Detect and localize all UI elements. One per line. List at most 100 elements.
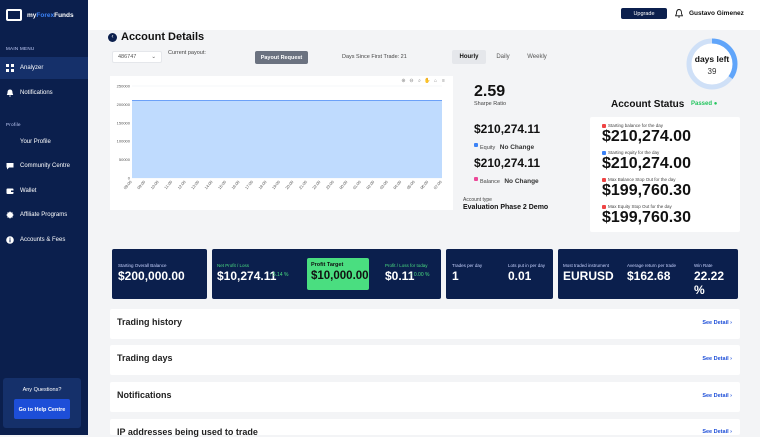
check-icon: ● <box>713 101 718 107</box>
sidebar-item-label: Accounts & Fees <box>20 237 66 243</box>
days-since-first-trade: Days Since First Trade: 21 <box>342 54 407 60</box>
tab-weekly[interactable]: Weekly <box>520 50 554 64</box>
x-tick-label: 02:00 <box>365 179 376 190</box>
tab-hourly[interactable]: Hourly <box>452 50 486 64</box>
page-title-row: ‹ Account Details <box>108 31 204 43</box>
x-tick-label: 11:00 <box>163 179 174 190</box>
x-tick-label: 05:00 <box>406 179 417 190</box>
x-tick-label: 13:00 <box>190 179 201 190</box>
y-tick-label: 200000 <box>117 102 131 107</box>
account-status-card: Starting balance for the day $210,274.00… <box>590 117 740 232</box>
chevron-right-icon: › <box>730 320 732 326</box>
magnify-icon[interactable]: ⌕ <box>416 78 423 84</box>
status-row-value: $210,274.00 <box>602 155 691 172</box>
x-tick-label: 20:00 <box>284 179 295 190</box>
equity-area <box>132 100 442 178</box>
section-title: Trading days <box>117 353 173 363</box>
logo-icon <box>6 9 22 21</box>
main-menu-heading: MAIN MENU <box>6 46 35 51</box>
sidebar-item-wallet[interactable]: Wallet <box>0 180 88 202</box>
account-select[interactable]: 486747 ⌄ <box>112 51 162 63</box>
account-status-title: Account Status <box>611 99 685 110</box>
user-name[interactable]: Gustavo Gimenez <box>689 10 744 17</box>
balance-change: No Change <box>504 178 539 185</box>
sharpe-label: Sharpe Ratio <box>474 101 507 107</box>
help-centre-button[interactable]: Go to Help Centre <box>14 399 70 419</box>
sidebar-item-label: Your Profile <box>20 139 51 145</box>
bell-icon[interactable] <box>675 9 683 18</box>
pan-icon[interactable]: ✋ <box>424 78 431 84</box>
y-tick-label: 250000 <box>117 84 131 89</box>
upgrade-button[interactable]: Upgrade <box>621 8 667 19</box>
see-detail-link[interactable]: See Detail › <box>702 393 732 399</box>
bell-icon <box>6 89 14 97</box>
arrow-up-icon: ↑ <box>269 272 272 278</box>
see-detail-link[interactable]: See Detail › <box>702 429 732 435</box>
section-title: Trading history <box>117 317 183 327</box>
section-ip-addresses: IP addresses being used to trade See Det… <box>110 419 740 437</box>
arrow-up-icon: ↑ <box>410 272 413 278</box>
home-icon[interactable]: ⌂ <box>432 78 439 84</box>
sidebar-item-accounts-fees[interactable]: Accounts & Fees <box>0 229 88 251</box>
sharpe-card: 2.59 Sharpe Ratio <box>463 76 560 118</box>
sidebar-item-notifications[interactable]: Notifications <box>0 82 88 104</box>
profile-heading: Profile <box>6 122 21 127</box>
section-trading-days: Trading days See Detail › <box>110 345 740 375</box>
x-tick-label: 10:00 <box>149 179 160 190</box>
equity-value: $210,274.11 <box>474 122 541 136</box>
kpi-profit-target: Profit Target $10,000.00 <box>307 258 369 290</box>
x-tick-label: 15:00 <box>217 179 228 190</box>
today-pct: ↑ 0.00 % <box>410 272 430 278</box>
sidebar-item-label: Notifications <box>20 90 53 96</box>
x-tick-label: 12:00 <box>176 179 187 190</box>
kpi-trades: Trades per day 1 Lots put in per day 0.0… <box>446 249 553 299</box>
page-title: Account Details <box>121 31 205 43</box>
see-detail-link[interactable]: See Detail › <box>702 356 732 362</box>
y-tick-label: 100000 <box>117 139 131 144</box>
x-tick-label: 19:00 <box>271 179 282 190</box>
account-type-value: Evaluation Phase 2 Demo <box>463 204 549 211</box>
x-tick-label: 16:00 <box>230 179 241 190</box>
sidebar-item-label: Affiliate Programs <box>20 212 68 218</box>
zoom-in-icon[interactable]: ⊕ <box>400 78 407 84</box>
kpi-instrument: Most traded instrument EURUSD Average re… <box>558 249 738 299</box>
payout-request-button[interactable]: Payout Request <box>255 51 308 64</box>
grid-icon <box>6 64 14 72</box>
y-tick-label: 50000 <box>119 157 131 162</box>
chart-toolbar: ⊕ ⊖ ⌕ ✋ ⌂ ≡ <box>400 78 447 84</box>
x-tick-label: 07:00 <box>432 179 443 190</box>
sharpe-value: 2.59 <box>474 83 506 100</box>
x-tick-label: 22:00 <box>311 179 322 190</box>
sidebar-item-your-profile[interactable]: Your Profile <box>0 131 88 153</box>
account-type-label: Account type <box>463 197 492 203</box>
brand-logo[interactable]: myForexFunds <box>6 9 74 21</box>
zoom-out-icon[interactable]: ⊖ <box>408 78 415 84</box>
status-row-value: $210,274.00 <box>602 128 691 145</box>
info-icon <box>6 236 14 244</box>
wallet-icon <box>6 188 14 194</box>
net-profit-pct: ↑ 5.14 % <box>269 272 289 278</box>
equity-chart-card: 250000 200000 150000 100000 50000 0 09:00 09:00… <box>110 76 453 210</box>
balance-card: $210,274.11 Balance No Change <box>463 154 560 186</box>
sidebar-item-label: Analyzer <box>20 65 44 71</box>
x-tick-label: 01:00 <box>352 179 363 190</box>
x-tick-label: 21:00 <box>298 179 309 190</box>
x-tick-label: 03:00 <box>379 179 390 190</box>
sidebar-item-affiliate-programs[interactable]: Affiliate Programs <box>0 204 88 226</box>
equity-label: Equity <box>480 145 496 151</box>
chevron-right-icon: › <box>730 393 732 399</box>
x-tick-label: 17:00 <box>244 179 255 190</box>
equity-chart: 25000020000015000010000050000009:00 09:00… <box>117 84 444 191</box>
user-icon <box>6 138 14 146</box>
sidebar-item-analyzer[interactable]: Analyzer <box>0 57 88 79</box>
tab-daily[interactable]: Daily <box>486 50 520 64</box>
help-question: Any Questions? <box>22 387 62 393</box>
x-tick-label: 18:00 <box>257 179 268 190</box>
sidebar-item-community-centre[interactable]: Community Centre <box>0 155 88 177</box>
menu-icon[interactable]: ≡ <box>440 78 447 84</box>
y-tick-label: 150000 <box>117 120 131 125</box>
see-detail-link[interactable]: See Detail › <box>702 320 732 326</box>
equity-card: $210,274.11 Equity No Change <box>463 120 560 151</box>
back-icon[interactable]: ‹ <box>108 32 117 42</box>
days-left-label: days left <box>694 54 730 64</box>
